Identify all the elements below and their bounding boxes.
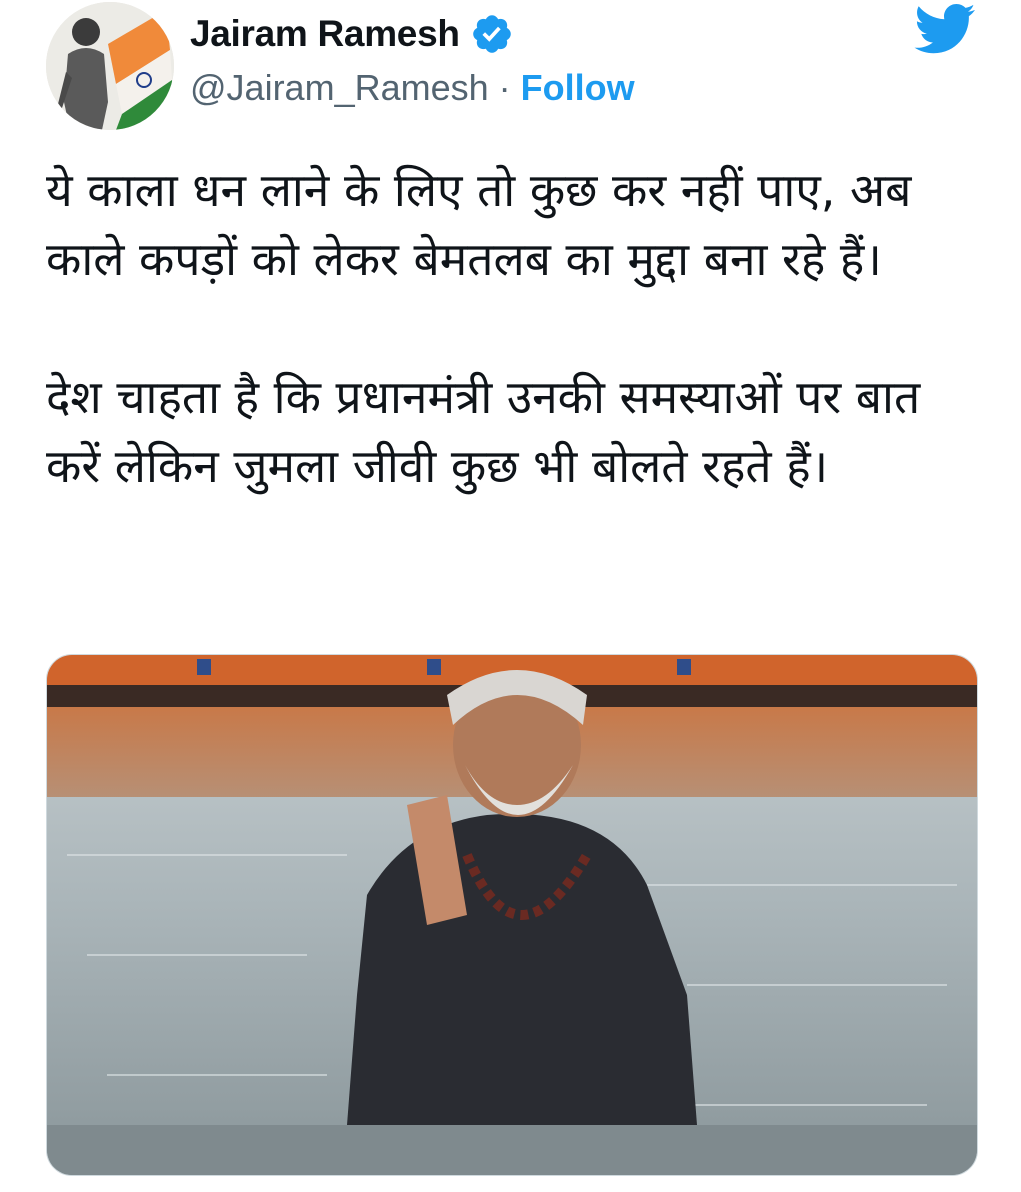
follow-button[interactable]: Follow (521, 67, 635, 109)
author-name-row: Jairam Ramesh (190, 10, 514, 58)
author-name[interactable]: Jairam Ramesh (190, 13, 460, 55)
tweet-paragraph-2: देश चाहता है कि प्रधानमंत्री उनकी समस्या… (46, 370, 921, 493)
avatar-image (46, 2, 174, 130)
twitter-bird-icon[interactable] (912, 2, 976, 58)
tweet-media-photo[interactable] (46, 654, 978, 1176)
separator-dot: · (498, 67, 511, 108)
author-avatar[interactable] (46, 2, 174, 130)
verified-badge-icon (470, 12, 514, 56)
tweet-card: Jairam Ramesh @Jairam_Ramesh · Follow ये… (0, 0, 1021, 1192)
author-handle-row: @Jairam_Ramesh · Follow (190, 64, 635, 112)
tweet-paragraph-1: ये काला धन लाने के लिए तो कुछ कर नहीं पा… (46, 163, 912, 286)
tweet-text: ये काला धन लाने के लिए तो कुछ कर नहीं पा… (46, 156, 986, 501)
author-handle[interactable]: @Jairam_Ramesh (190, 67, 489, 109)
photo-image (47, 655, 977, 1175)
